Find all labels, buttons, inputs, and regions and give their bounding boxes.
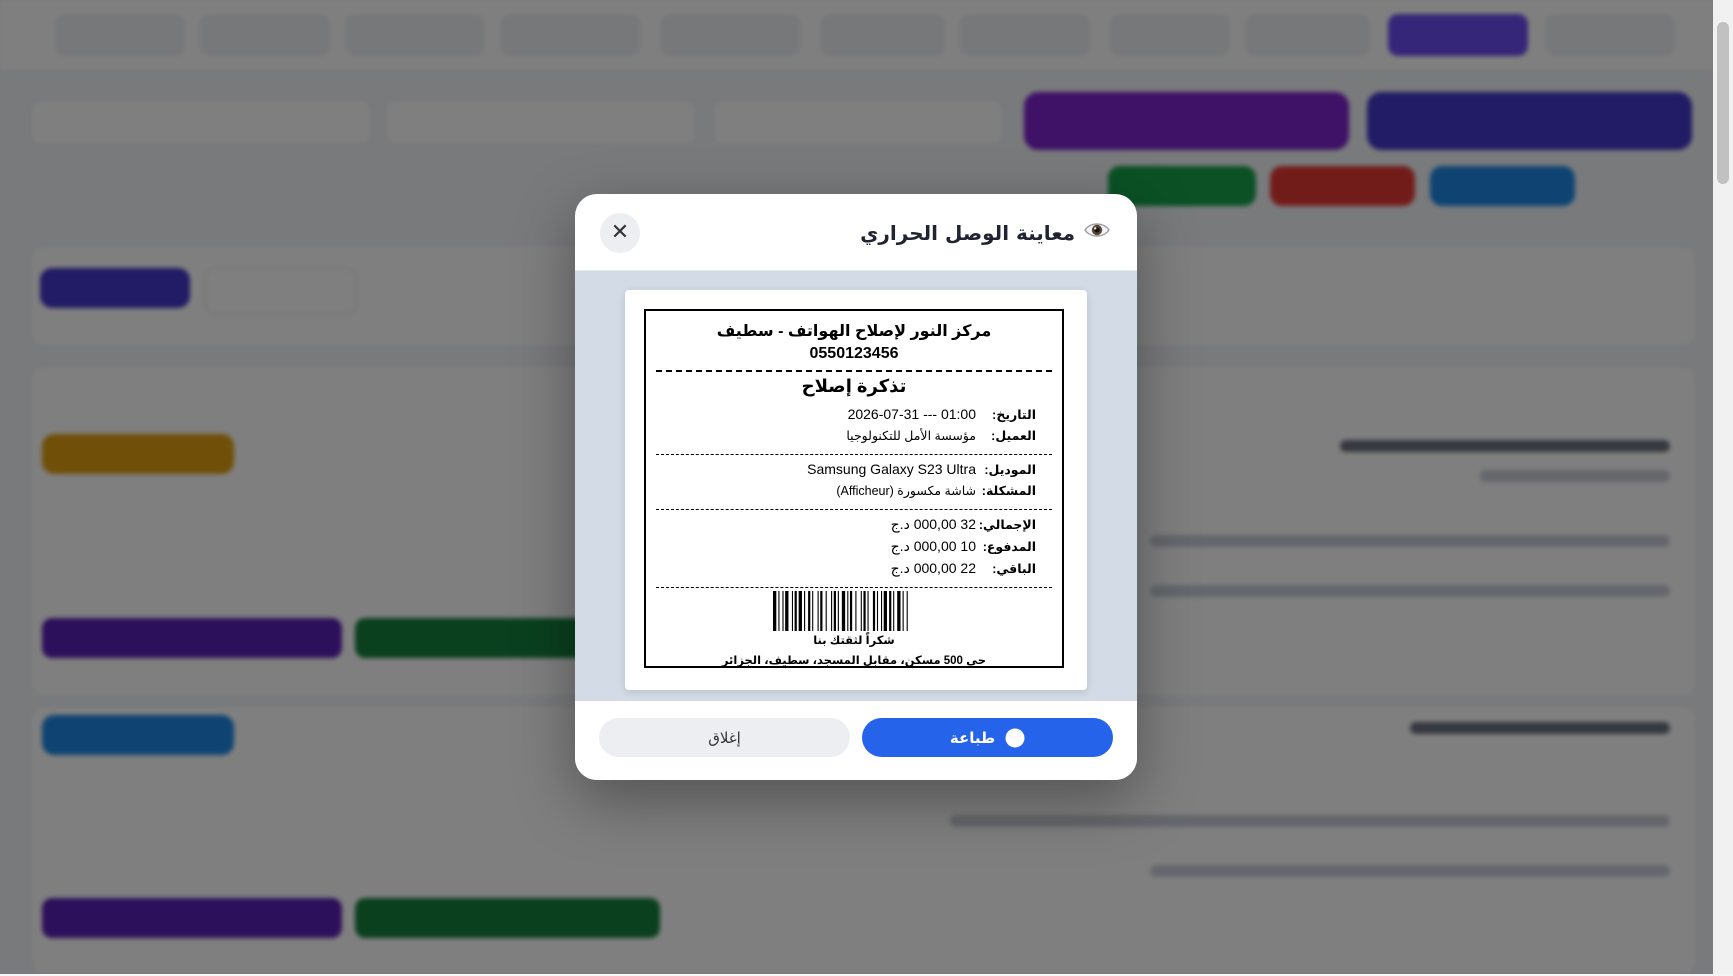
rest-row: الباقي: 22 000,00 د.ج [672, 560, 1036, 582]
paid-row: المدفوع: 10 000,00 د.ج [672, 538, 1036, 560]
preview-area: مركز النور لإصلاح الهواتف - سطيف 0550123… [575, 271, 1137, 701]
print-button-label: طباعة [949, 728, 996, 747]
print-button[interactable]: طباعة [862, 718, 1113, 757]
total-row: الإجمالي: 32 000,00 د.ج [672, 516, 1036, 538]
total-label: الإجمالي: [978, 518, 1036, 532]
rest-label: الباقي: [992, 562, 1036, 576]
payment-section: الإجمالي: 32 000,00 د.ج المدفوع: 10 000,… [646, 510, 1062, 587]
thanks-message: شكراً لثقتك بنا [813, 635, 895, 647]
date-row: التاريخ: 2026-07-31 --- 01:00 [672, 406, 1036, 428]
ticket-info-section: التاريخ: 2026-07-31 --- 01:00 العميل: مؤ… [646, 400, 1062, 454]
modal-title: معاينة الوصل الحراري [860, 221, 1075, 245]
shop-address: حي 500 مسكن، مقابل المسجد، سطيف، الجزائر [721, 655, 987, 667]
eye-icon [1084, 223, 1110, 237]
receipt-paper: مركز النور لإصلاح الهواتف - سطيف 0550123… [625, 290, 1087, 690]
client-row: العميل: مؤسسة الأمل للتكنولوجيا [672, 428, 1036, 450]
rest-value: 22 000,00 د.ج [890, 560, 976, 576]
date-label: التاريخ: [992, 408, 1036, 422]
receipt-preview-modal: معاينة الوصل الحراري ✕ مركز النور لإصلاح… [575, 194, 1137, 780]
scrollbar-thumb[interactable] [1717, 22, 1729, 184]
barcode-graphic [773, 591, 908, 631]
thermal-receipt: مركز النور لإصلاح الهواتف - سطيف 0550123… [644, 309, 1064, 668]
close-button[interactable]: إغلاق [599, 718, 850, 757]
paid-value: 10 000,00 د.ج [890, 538, 976, 554]
problem-row: المشكلة: شاشة مكسورة (Afficheur) [672, 483, 1036, 505]
ticket-title: تذكرة إصلاح [801, 376, 907, 396]
client-value: مؤسسة الأمل للتكنولوجيا [846, 429, 976, 443]
model-row: الموديل: Samsung Galaxy S23 Ultra [672, 461, 1036, 483]
divider [656, 587, 1052, 588]
modal-header: معاينة الوصل الحراري ✕ [575, 194, 1137, 271]
shop-name: مركز النور لإصلاح الهواتف - سطيف [716, 323, 992, 340]
total-value: 32 000,00 د.ج [890, 516, 976, 532]
model-value: Samsung Galaxy S23 Ultra [807, 461, 976, 477]
page-scrollbar[interactable] [1713, 0, 1733, 974]
client-label: العميل: [991, 429, 1036, 443]
problem-label: المشكلة: [981, 484, 1036, 498]
close-button-label: إغلاق [708, 728, 741, 747]
modal-footer: طباعة إغلاق [575, 701, 1137, 780]
problem-value: شاشة مكسورة (Afficheur) [836, 484, 976, 498]
close-icon-button[interactable]: ✕ [600, 213, 640, 253]
shop-phone: 0550123456 [809, 345, 899, 362]
model-label: الموديل: [984, 463, 1036, 477]
printer-icon [1005, 728, 1025, 747]
date-value: 2026-07-31 --- 01:00 [847, 406, 976, 422]
paid-label: المدفوع: [982, 540, 1036, 554]
device-section: الموديل: Samsung Galaxy S23 Ultra المشكل… [646, 455, 1062, 509]
